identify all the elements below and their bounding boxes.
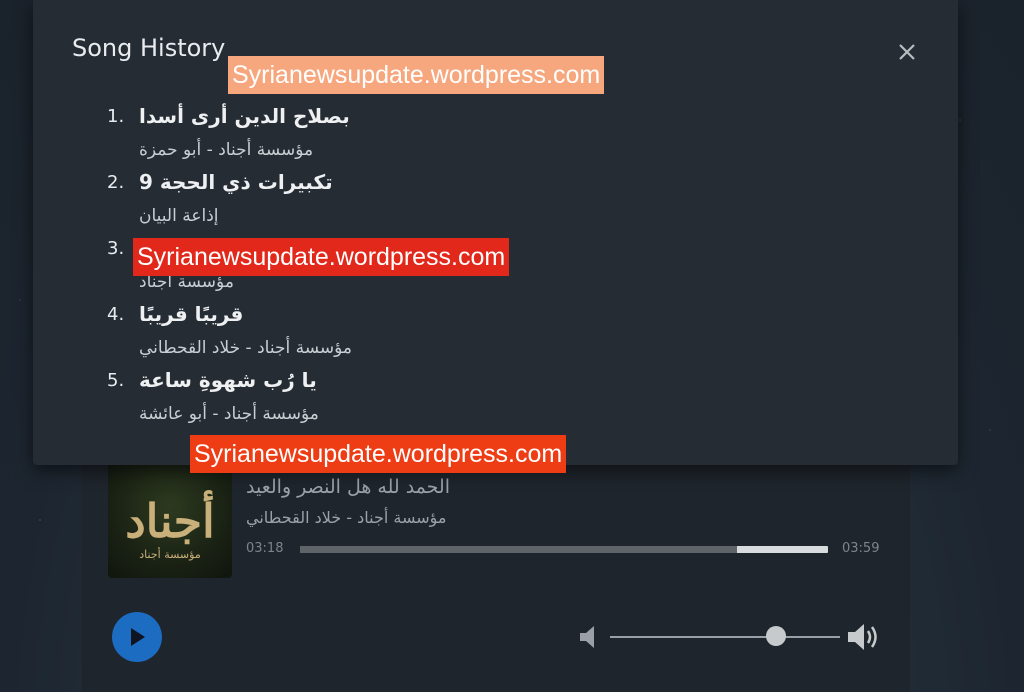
item-artist: مؤسسة أجناد - أبو حمزة	[139, 140, 314, 160]
volume-high-icon[interactable]	[846, 620, 882, 658]
volume-slider[interactable]	[610, 636, 840, 638]
watermark-label: Syrianewsupdate.wordpress.com	[228, 56, 605, 94]
dialog-title: Song History	[72, 34, 226, 62]
item-title: قريبًا قريبًا	[139, 302, 244, 326]
time-elapsed: 03:18	[246, 541, 284, 556]
watermark-label: Syrianewsupdate.wordpress.com	[190, 435, 567, 473]
item-artist: مؤسسة أجناد - خلاد القحطاني	[139, 338, 352, 358]
close-button[interactable]	[893, 38, 921, 66]
item-number: 2.	[107, 172, 125, 193]
list-item[interactable]: 1. بصلاح الدين أرى أسدا مؤسسة أجناد - أب…	[97, 104, 797, 170]
progress-bar[interactable]	[300, 546, 828, 553]
item-title: يا رُب شهوةِ ساعة	[139, 368, 317, 392]
cover-logo-text: أجناد	[125, 494, 215, 548]
play-button[interactable]	[112, 612, 162, 662]
list-item[interactable]: 2. تكبيرات ذي الحجة 9 إذاعة البيان	[97, 170, 797, 236]
item-artist: مؤسسة أجناد - أبو عائشة	[139, 404, 319, 424]
item-number: 1.	[107, 106, 125, 127]
track-title: الحمد لله هل النصر والعيد	[246, 476, 450, 498]
cover-sub-text: مؤسسة أجناد	[139, 548, 201, 561]
close-icon	[899, 44, 915, 60]
volume-slider-handle[interactable]	[765, 626, 786, 646]
album-cover: أجناد مؤسسة أجناد	[108, 460, 232, 578]
item-title: تكبيرات ذي الحجة 9	[139, 170, 333, 194]
player-card: أجناد مؤسسة أجناد الحمد لله هل النصر وال…	[82, 440, 910, 692]
item-title: بصلاح الدين أرى أسدا	[139, 104, 350, 128]
item-number: 3.	[107, 238, 125, 259]
volume-low-icon[interactable]	[578, 624, 598, 654]
item-artist: إذاعة البيان	[139, 206, 219, 226]
item-number: 5.	[107, 370, 125, 391]
item-number: 4.	[107, 304, 125, 325]
play-icon	[131, 628, 145, 646]
watermark-label: Syrianewsupdate.wordpress.com	[133, 238, 510, 276]
progress-fill	[300, 546, 738, 553]
list-item[interactable]: 4. قريبًا قريبًا مؤسسة أجناد - خلاد القح…	[97, 302, 797, 368]
track-artist: مؤسسة أجناد - خلاد القحطاني	[246, 508, 447, 527]
list-item[interactable]: 5. يا رُب شهوةِ ساعة مؤسسة أجناد - أبو ع…	[97, 368, 797, 434]
time-total: 03:59	[842, 541, 880, 556]
